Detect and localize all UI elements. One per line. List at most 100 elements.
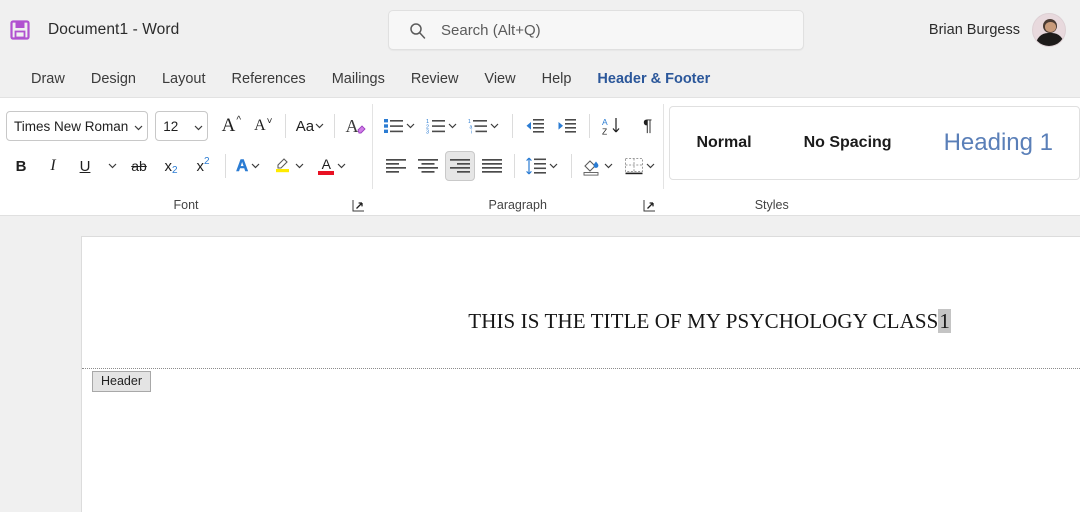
borders-icon [624,157,644,175]
superscript-label: x [196,158,204,175]
chevron-down-icon [644,163,658,169]
ribbon-tabs: Draw Design Layout References Mailings R… [0,60,1080,98]
italic-label: I [50,157,55,175]
show-formatting-marks-button[interactable]: ¶ [633,111,663,141]
paragraph-group-label: Paragraph [373,194,663,216]
shrink-font-label: A [254,117,266,135]
align-left-button[interactable] [381,151,411,181]
multilevel-list-button[interactable]: 1 a i [465,111,505,141]
strikethrough-label: ab [131,158,147,174]
paragraph-row-1: 1 2 3 1 [373,106,663,146]
paragraph-dialog-launcher-icon[interactable] [643,199,657,213]
tab-review[interactable]: Review [398,67,472,91]
subscript-button[interactable]: x2 [156,151,186,181]
borders-button[interactable] [621,151,661,181]
strikethrough-button[interactable]: ab [124,151,154,181]
change-case-label: Aa [296,118,314,135]
increase-indent-icon [557,118,577,134]
chevron-down-icon [134,119,143,134]
chevron-down-icon [314,123,324,129]
header-text[interactable]: THIS IS THE TITLE OF MY PSYCHOLOGY CLASS… [468,309,951,334]
header-area-tag: Header [92,371,151,392]
italic-button[interactable]: I [38,151,68,181]
tab-mailings[interactable]: Mailings [319,67,398,91]
justify-button[interactable] [477,151,507,181]
bullets-button[interactable] [381,111,421,141]
grow-font-button[interactable]: A ^ [216,111,246,141]
search-input[interactable]: Search (Alt+Q) [441,22,541,39]
align-center-button[interactable] [413,151,443,181]
text-effects-label: A [236,156,248,176]
account-name: Brian Burgess [929,22,1020,38]
chevron-down-icon [292,163,306,169]
font-row-2: B I U ab [0,146,372,186]
style-normal[interactable]: Normal [670,107,777,179]
highlight-color-button[interactable] [271,151,309,181]
paragraph-row-2 [373,146,663,186]
shrink-font-button[interactable]: A ˅ [248,111,278,141]
change-case-button[interactable]: Aa [293,111,327,141]
highlighter-icon [274,154,292,178]
bold-button[interactable]: B [6,151,36,181]
ribbon-group-font: Times New Roman 12 A ^ [0,98,372,216]
eraser-icon [356,122,368,134]
font-name-value: Times New Roman [14,119,128,134]
svg-text:i: i [471,130,472,134]
tab-view[interactable]: View [471,67,528,91]
style-no-spacing[interactable]: No Spacing [778,107,918,179]
tab-design[interactable]: Design [78,67,149,91]
account-area[interactable]: Brian Burgess [929,0,1066,60]
align-right-icon [449,158,471,174]
clear-formatting-button[interactable]: A [342,111,372,141]
superscript-button[interactable]: x2 [188,151,218,181]
title-bar: Document1 - Word Search (Alt+Q) Brian Bu… [0,0,1080,60]
bold-label: B [16,158,27,175]
chevron-down-icon [105,163,119,169]
font-size-combo[interactable]: 12 [155,111,208,141]
ribbon-body: Times New Roman 12 A ^ [0,98,1080,216]
increase-indent-button[interactable] [552,111,582,141]
page-number-field[interactable]: 1 [938,309,951,333]
svg-text:A: A [602,117,608,127]
document-canvas: THIS IS THE TITLE OF MY PSYCHOLOGY CLASS… [0,216,1080,512]
sort-button[interactable]: A Z [597,111,627,141]
tab-help[interactable]: Help [529,67,585,91]
tab-references[interactable]: References [219,67,319,91]
pilcrow-icon: ¶ [643,116,652,136]
styles-gallery[interactable]: Normal No Spacing Heading 1 [669,106,1080,180]
chevron-down-icon [404,123,418,129]
tab-layout[interactable]: Layout [149,67,219,91]
tab-header-and-footer[interactable]: Header & Footer [584,67,723,91]
underline-button[interactable]: U [70,151,100,181]
multilevel-list-icon: 1 a i [468,118,488,134]
chevron-down-icon [248,163,262,169]
chevron-down-icon [194,119,203,134]
underline-label: U [80,158,91,175]
chevron-down-icon [488,123,502,129]
font-name-combo[interactable]: Times New Roman [6,111,148,141]
subscript-label: x [164,158,172,175]
document-page[interactable]: THIS IS THE TITLE OF MY PSYCHOLOGY CLASS… [81,236,1080,512]
word-application-window: Document1 - Word Search (Alt+Q) Brian Bu… [0,0,1080,515]
shading-button[interactable] [579,151,619,181]
chevron-down-icon [334,163,348,169]
floppy-save-icon[interactable] [6,16,34,44]
chevron-down-icon [446,123,460,129]
bullets-icon [384,118,404,134]
underline-dropdown[interactable] [102,151,122,181]
tab-draw[interactable]: Draw [18,67,78,91]
ribbon-group-paragraph: 1 2 3 1 [373,98,663,216]
font-dialog-launcher-icon[interactable] [352,199,366,213]
numbering-button[interactable]: 1 2 3 [423,111,463,141]
justify-icon [481,158,503,174]
font-color-button[interactable]: A [315,151,351,181]
search-box[interactable]: Search (Alt+Q) [388,10,804,50]
align-right-button[interactable] [445,151,475,181]
chevron-down-icon [547,163,561,169]
line-spacing-button[interactable] [522,151,564,181]
text-effects-button[interactable]: A [233,151,265,181]
avatar[interactable] [1032,13,1066,47]
svg-text:3: 3 [426,130,429,134]
decrease-indent-button[interactable] [520,111,550,141]
style-heading-1[interactable]: Heading 1 [918,107,1079,179]
